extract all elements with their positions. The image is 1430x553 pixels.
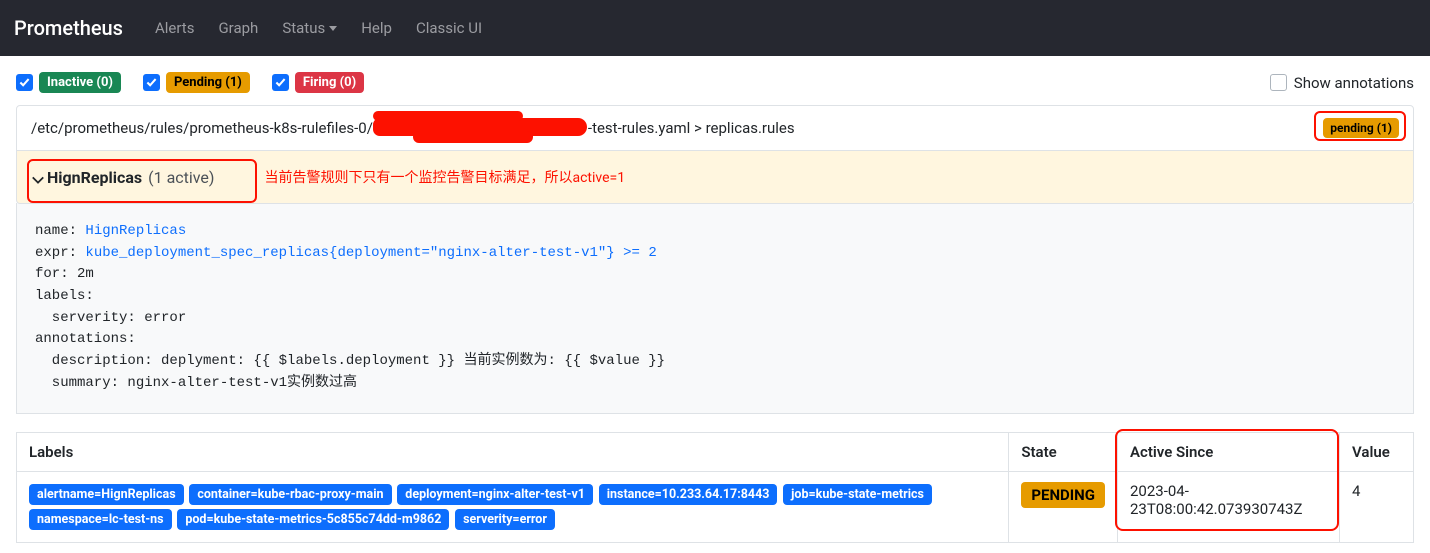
show-annotations-label: Show annotations (1294, 74, 1414, 92)
th-value: Value (1340, 432, 1414, 471)
show-annotations-toggle[interactable]: Show annotations (1270, 74, 1414, 92)
checkbox-unchecked-icon (1270, 74, 1287, 91)
yaml-line: serverity: error (35, 310, 186, 326)
label-pill[interactable]: deployment=nginx-alter-test-v1 (397, 484, 593, 505)
label-pill[interactable]: pod=kube-state-metrics-5c855c74dd-m9862 (177, 509, 449, 530)
alert-active-count: (1 active) (148, 168, 214, 187)
yaml-line: annotations: (35, 331, 136, 347)
nav-help[interactable]: Help (349, 11, 404, 45)
rule-file-path: /etc/prometheus/rules/prometheus-k8s-rul… (31, 117, 1323, 139)
td-state: PENDING (1009, 471, 1118, 542)
pending-count-badge: pending (1) (1323, 118, 1399, 138)
rule-file-header[interactable]: /etc/prometheus/rules/prometheus-k8s-rul… (16, 105, 1414, 151)
yaml-name-value[interactable]: HignReplicas (85, 223, 186, 239)
alert-expander: HignReplicas (1 active) (31, 168, 214, 187)
alert-rule-row[interactable]: HignReplicas (1 active) 当前告警规则下只有一个监控告警目… (16, 151, 1414, 204)
main-content: Inactive (0) Pending (1) Firing (0) Show… (0, 56, 1430, 553)
table-header-row: Labels State Active Since Value (17, 432, 1414, 471)
redacted-region (373, 117, 588, 139)
label-pill[interactable]: namespace=lc-test-ns (29, 509, 172, 530)
nav-classic-ui[interactable]: Classic UI (404, 11, 494, 45)
label-pill[interactable]: instance=10.233.64.17:8443 (599, 484, 778, 505)
label-pill[interactable]: container=kube-rbac-proxy-main (189, 484, 391, 505)
inactive-badge: Inactive (0) (39, 72, 121, 93)
alerts-table: Labels State Active Since Value alertnam… (16, 432, 1414, 543)
nav-alerts[interactable]: Alerts (143, 11, 207, 45)
checkbox-checked-icon (16, 74, 33, 91)
th-active-since: Active Since (1118, 432, 1340, 471)
yaml-line: labels: (35, 288, 94, 304)
yaml-line: description: deplyment: {{ $labels.deplo… (35, 353, 665, 369)
checkbox-checked-icon (143, 74, 160, 91)
label-pill[interactable]: job=kube-state-metrics (783, 484, 932, 505)
firing-badge: Firing (0) (295, 72, 364, 93)
th-state: State (1009, 432, 1118, 471)
navbar-brand[interactable]: Prometheus (14, 16, 123, 40)
rule-yaml: name: HignReplicas expr: kube_deployment… (35, 221, 1395, 395)
chevron-down-icon (329, 26, 337, 31)
filter-bar: Inactive (0) Pending (1) Firing (0) Show… (16, 66, 1414, 105)
annotation-overlay-text: 当前告警规则下只有一个监控告警目标满足，所以active=1 (264, 167, 625, 187)
label-pill[interactable]: serverity=error (455, 509, 555, 530)
yaml-line: summary: nginx-alter-test-v1实例数过高 (35, 375, 357, 391)
yaml-key: expr: (35, 245, 77, 261)
pending-badge: Pending (1) (166, 72, 250, 93)
label-pill[interactable]: alertname=HignReplicas (29, 484, 184, 505)
checkbox-checked-icon (272, 74, 289, 91)
navbar: Prometheus Alerts Graph Status Help Clas… (0, 0, 1430, 56)
filter-inactive[interactable]: Inactive (0) (16, 72, 121, 93)
nav-status-label: Status (282, 19, 325, 37)
nav-status[interactable]: Status (270, 11, 349, 45)
filter-left: Inactive (0) Pending (1) Firing (0) (16, 72, 364, 93)
yaml-line: for: 2m (35, 266, 94, 282)
yaml-key: name: (35, 223, 77, 239)
path-prefix: /etc/prometheus/rules/prometheus-k8s-rul… (31, 119, 373, 137)
yaml-expr-value[interactable]: kube_deployment_spec_replicas{deployment… (85, 245, 656, 261)
chevron-down-icon (31, 172, 41, 182)
state-badge-pending: PENDING (1021, 482, 1105, 508)
th-labels: Labels (17, 432, 1009, 471)
nav-graph[interactable]: Graph (206, 11, 270, 45)
filter-firing[interactable]: Firing (0) (272, 72, 364, 93)
alert-name: HignReplicas (47, 168, 142, 187)
th-since-text: Active Since (1130, 443, 1213, 461)
path-suffix: -test-rules.yaml > replicas.rules (588, 119, 795, 137)
filter-pending[interactable]: Pending (1) (143, 72, 250, 93)
td-active-since: 2023-04-23T08:00:42.073930743Z (1118, 471, 1340, 542)
rule-detail-panel: name: HignReplicas expr: kube_deployment… (16, 203, 1414, 414)
table-row: alertname=HignReplicas container=kube-rb… (17, 471, 1414, 542)
td-value: 4 (1340, 471, 1414, 542)
td-labels: alertname=HignReplicas container=kube-rb… (17, 471, 1009, 542)
